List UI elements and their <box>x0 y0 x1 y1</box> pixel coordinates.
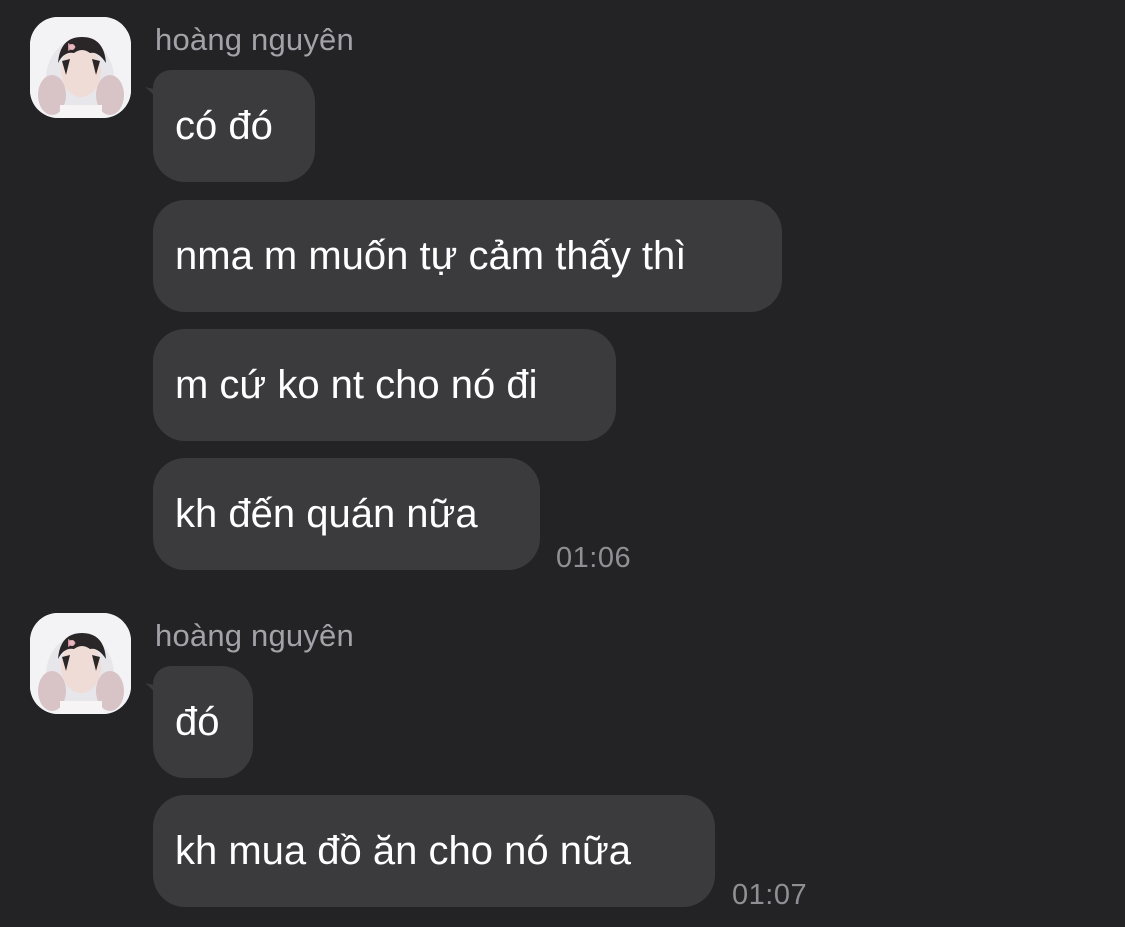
avatar-image <box>30 17 131 118</box>
message-bubble[interactable]: m cứ ko nt cho nó đi <box>153 329 616 441</box>
message-bubble[interactable]: kh mua đồ ăn cho nó nữa <box>153 795 715 907</box>
avatar[interactable] <box>30 613 131 714</box>
avatar-image <box>30 613 131 714</box>
message-timestamp: 01:07 <box>732 879 808 911</box>
message-bubble[interactable]: nma m muốn tự cảm thấy thì <box>153 200 782 312</box>
message-bubble[interactable]: có đó <box>153 70 315 182</box>
message-bubble[interactable]: kh đến quán nữa <box>153 458 540 570</box>
message-timestamp: 01:06 <box>556 542 632 574</box>
avatar[interactable] <box>30 17 131 118</box>
sender-name: hoàng nguyên <box>155 618 354 653</box>
sender-name: hoàng nguyên <box>155 22 354 57</box>
message-bubble[interactable]: đó <box>153 666 253 778</box>
